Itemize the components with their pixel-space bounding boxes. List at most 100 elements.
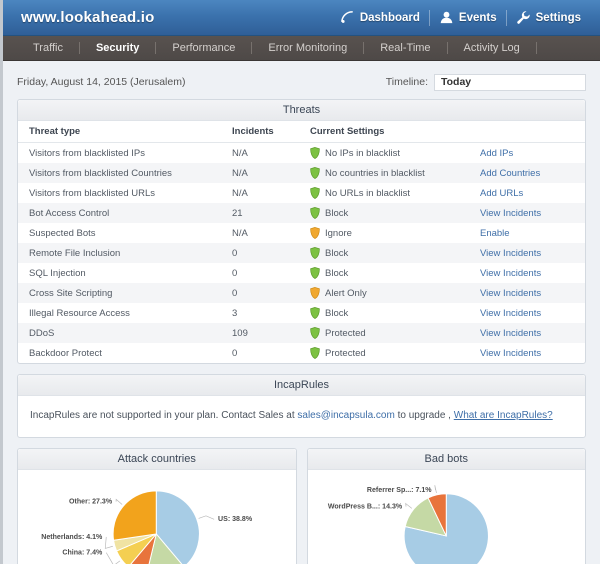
action-link[interactable]: View Incidents [480, 288, 541, 299]
pie-slice[interactable] [112, 490, 157, 541]
shield-icon [310, 267, 320, 279]
cell-current-setting: Ignore [310, 223, 480, 243]
tab-error-monitoring[interactable]: Error Monitoring [252, 42, 363, 54]
cell-threat-type: Backdoor Protect [29, 347, 102, 359]
shield-icon [310, 167, 320, 179]
incaprules-text-before: IncapRules are not supported in your pla… [30, 410, 298, 421]
bad-bots-title: Bad bots [307, 449, 585, 470]
current-date-label: Friday, August 14, 2015 (Jerusalem) [17, 76, 186, 88]
action-link[interactable]: View Incidents [480, 308, 541, 319]
tab-performance[interactable]: Performance [156, 42, 251, 54]
cell-incidents: N/A [232, 227, 248, 239]
cell-current-setting: No URLs in blacklist [310, 183, 480, 203]
pie-leader-line [104, 536, 113, 549]
header-nav: Dashboard Events Settings [331, 0, 590, 35]
shield-icon [310, 227, 320, 239]
shield-icon [310, 147, 320, 159]
attack-countries-title: Attack countries [18, 449, 296, 470]
cell-current-setting: Protected [310, 323, 480, 343]
cell-current-setting: Block [310, 263, 480, 283]
page-root: www.lookahead.io Dashboard Events Settin… [0, 0, 600, 564]
setting-wrapper: Protected [310, 327, 480, 339]
bad-bots-chart-body: Known Vulne...: 78.6%WordPress B...: 14.… [308, 470, 586, 564]
cell-incidents: 109 [232, 323, 310, 343]
cell-current-setting: Block [310, 243, 480, 263]
setting-label: Ignore [325, 227, 352, 239]
tab-real-time[interactable]: Real-Time [364, 42, 446, 54]
setting-wrapper: Ignore [310, 227, 480, 239]
action-link[interactable]: Add URLs [480, 188, 523, 199]
action-link[interactable]: View Incidents [480, 268, 541, 279]
action-link[interactable]: Enable [480, 228, 510, 239]
cell-incidents: 21 [232, 203, 310, 223]
cell-current-setting: No IPs in blacklist [310, 143, 480, 164]
setting-label: No URLs in blacklist [325, 187, 410, 199]
bad-bots-pie: Known Vulne...: 78.6%WordPress B...: 14.… [327, 485, 489, 564]
header-nav-events[interactable]: Events [430, 0, 506, 35]
setting-wrapper: No IPs in blacklist [310, 147, 480, 159]
col-current-settings: Current Settings [310, 121, 480, 143]
setting-wrapper: No countries in blacklist [310, 167, 480, 179]
timeline-select[interactable]: Today [434, 73, 586, 91]
header-nav-dashboard-label: Dashboard [359, 11, 420, 24]
cell-threat-type: Suspected Bots [29, 227, 96, 239]
table-row: Illegal Resource Access 3 Block View Incide… [18, 303, 585, 323]
shield-icon [310, 307, 320, 319]
shield-icon [310, 207, 320, 219]
cell-threat-type: Cross Site Scripting [18, 283, 232, 303]
date-timeline-bar: Friday, August 14, 2015 (Jerusalem) Time… [17, 65, 586, 99]
app-header: www.lookahead.io Dashboard Events Settin… [3, 0, 600, 36]
site-title: www.lookahead.io [21, 9, 155, 26]
pie-slice-label: Referrer Sp...: 7.1% [366, 487, 431, 494]
what-are-incaprules-link[interactable]: What are IncapRules? [454, 410, 553, 421]
action-link[interactable]: Add IPs [480, 148, 513, 159]
threats-panel-title: Threats [18, 100, 585, 121]
pie-slice-label: Other: 27.3% [69, 499, 113, 506]
tab-divider [535, 42, 537, 54]
header-nav-settings-label: Settings [535, 11, 581, 24]
cell-incidents: N/A [232, 163, 310, 183]
tab-activity-log[interactable]: Activity Log [448, 42, 536, 54]
pie-leader-line [115, 498, 123, 505]
setting-wrapper: Block [310, 267, 480, 279]
cell-action: View Incidents [480, 303, 585, 323]
action-link[interactable]: View Incidents [480, 328, 541, 339]
cell-incidents: N/A [232, 187, 248, 199]
pie-slice-label: WordPress B...: 14.3% [327, 503, 402, 510]
setting-wrapper: Block [310, 307, 480, 319]
cell-action: View Incidents [480, 203, 585, 223]
shield-icon [310, 187, 320, 199]
col-incidents: Incidents [232, 121, 310, 143]
cell-current-setting: Protected [310, 343, 480, 363]
cell-threat-type: Illegal Resource Access [29, 307, 130, 319]
wrench-icon [516, 10, 531, 25]
tab-security[interactable]: Security [80, 42, 155, 54]
cell-action: View Incidents [480, 283, 585, 303]
sales-email-link[interactable]: sales@incapsula.com [297, 410, 394, 421]
cell-action: View Incidents [480, 263, 585, 283]
shield-icon [310, 287, 320, 299]
attack-countries-chart-card: Attack countries US: 38.8%Ukraine: 14.9%… [17, 448, 297, 564]
cell-threat-type: Visitors from blacklisted Countries [18, 163, 232, 183]
setting-wrapper: Block [310, 247, 480, 259]
main-content: Friday, August 14, 2015 (Jerusalem) Time… [3, 65, 600, 564]
action-link[interactable]: View Incidents [480, 208, 541, 219]
pie-leader-line [433, 485, 437, 493]
action-link[interactable]: Add Countries [480, 168, 540, 179]
cell-action: Add Countries [480, 163, 585, 183]
setting-label: Alert Only [325, 287, 367, 299]
cell-threat-type: Visitors from blacklisted IPs [29, 147, 145, 159]
setting-label: Protected [325, 347, 366, 359]
table-row: Visitors from blacklisted IPs N/A No IPs i… [18, 143, 585, 164]
action-link[interactable]: View Incidents [480, 348, 541, 359]
tab-traffic[interactable]: Traffic [17, 42, 79, 54]
setting-wrapper: Protected [310, 347, 480, 359]
cell-threat-type: Remote File Inclusion [18, 243, 232, 263]
action-link[interactable]: View Incidents [480, 248, 541, 259]
setting-wrapper: No URLs in blacklist [310, 187, 480, 199]
header-nav-dashboard[interactable]: Dashboard [331, 0, 429, 35]
attack-countries-pie: US: 38.8%Ukraine: 14.9%France: 7.4%China… [41, 490, 253, 564]
cell-action: View Incidents [480, 323, 585, 343]
attack-countries-chart-body: US: 38.8%Ukraine: 14.9%France: 7.4%China… [18, 470, 296, 564]
header-nav-settings[interactable]: Settings [507, 0, 590, 35]
